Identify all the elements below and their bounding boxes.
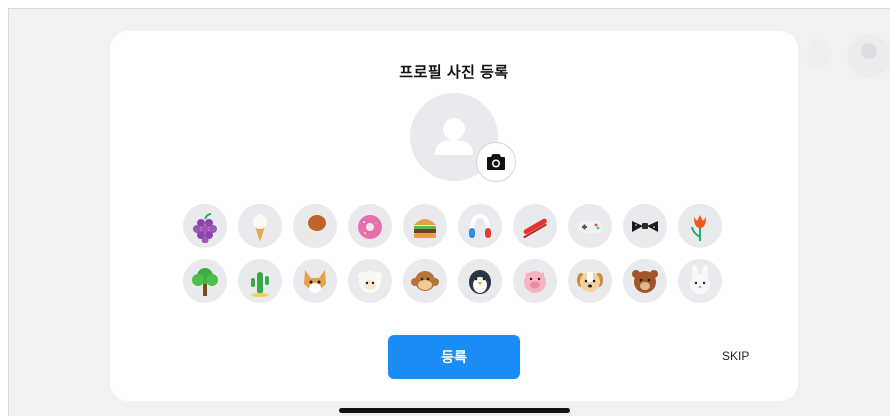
grape-icon bbox=[193, 213, 217, 243]
avatar-option-game-controller[interactable] bbox=[568, 204, 612, 248]
avatar-option-headphones[interactable] bbox=[458, 204, 502, 248]
hamburger-icon bbox=[414, 219, 436, 238]
avatar-option-chicken-drumstick[interactable] bbox=[293, 204, 337, 248]
home-indicator bbox=[339, 408, 570, 413]
avatar-option-bow-tie[interactable] bbox=[623, 204, 667, 248]
sheep-icon bbox=[358, 271, 382, 293]
avatar-option-skateboard[interactable] bbox=[513, 204, 557, 248]
chicken-drumstick-icon bbox=[305, 215, 326, 241]
game-controller-icon bbox=[578, 221, 602, 233]
avatar-option-grape[interactable] bbox=[183, 204, 227, 248]
skateboard-icon bbox=[523, 218, 547, 239]
register-button[interactable]: 등록 bbox=[388, 335, 520, 379]
camera-icon bbox=[487, 154, 505, 170]
avatar-option-sheep[interactable] bbox=[348, 259, 392, 303]
avatar-option-penguin[interactable] bbox=[458, 259, 502, 303]
donut-icon bbox=[358, 215, 382, 239]
avatar-option-tree[interactable] bbox=[183, 259, 227, 303]
avatar-option-donut[interactable] bbox=[348, 204, 392, 248]
profile-photo-modal: 프로필 사진 등록 등록 SKIP bbox=[110, 31, 798, 401]
avatar-row bbox=[183, 259, 728, 303]
dog-icon bbox=[577, 272, 603, 292]
avatar-option-bear[interactable] bbox=[623, 259, 667, 303]
penguin-icon bbox=[469, 270, 491, 294]
avatar-grid bbox=[183, 204, 728, 314]
avatar-option-monkey[interactable] bbox=[403, 259, 447, 303]
ice-cream-icon bbox=[253, 214, 267, 242]
cactus-icon bbox=[251, 272, 269, 297]
avatar-option-cactus[interactable] bbox=[238, 259, 282, 303]
headphones-icon bbox=[469, 213, 491, 238]
tulip-icon bbox=[691, 215, 706, 241]
avatar-option-rabbit[interactable] bbox=[678, 259, 722, 303]
monkey-icon bbox=[411, 271, 439, 291]
modal-title: 프로필 사진 등록 bbox=[399, 64, 509, 81]
avatar-option-hamburger[interactable] bbox=[403, 204, 447, 248]
avatar-option-tulip[interactable] bbox=[678, 204, 722, 248]
skip-button[interactable]: SKIP bbox=[722, 349, 749, 363]
rabbit-icon bbox=[690, 265, 710, 294]
fox-icon bbox=[304, 270, 326, 293]
avatar-option-dog[interactable] bbox=[568, 259, 612, 303]
camera-button[interactable] bbox=[476, 142, 516, 182]
avatar-option-pig[interactable] bbox=[513, 259, 557, 303]
tree-icon bbox=[192, 268, 218, 296]
background-icon bbox=[807, 39, 831, 69]
bow-tie-icon bbox=[632, 221, 658, 232]
avatar-option-fox[interactable] bbox=[293, 259, 337, 303]
avatar-row bbox=[183, 204, 728, 248]
avatar-option-ice-cream[interactable] bbox=[238, 204, 282, 248]
pig-icon bbox=[524, 271, 546, 293]
background-avatar bbox=[847, 34, 890, 78]
bear-icon bbox=[632, 270, 658, 293]
